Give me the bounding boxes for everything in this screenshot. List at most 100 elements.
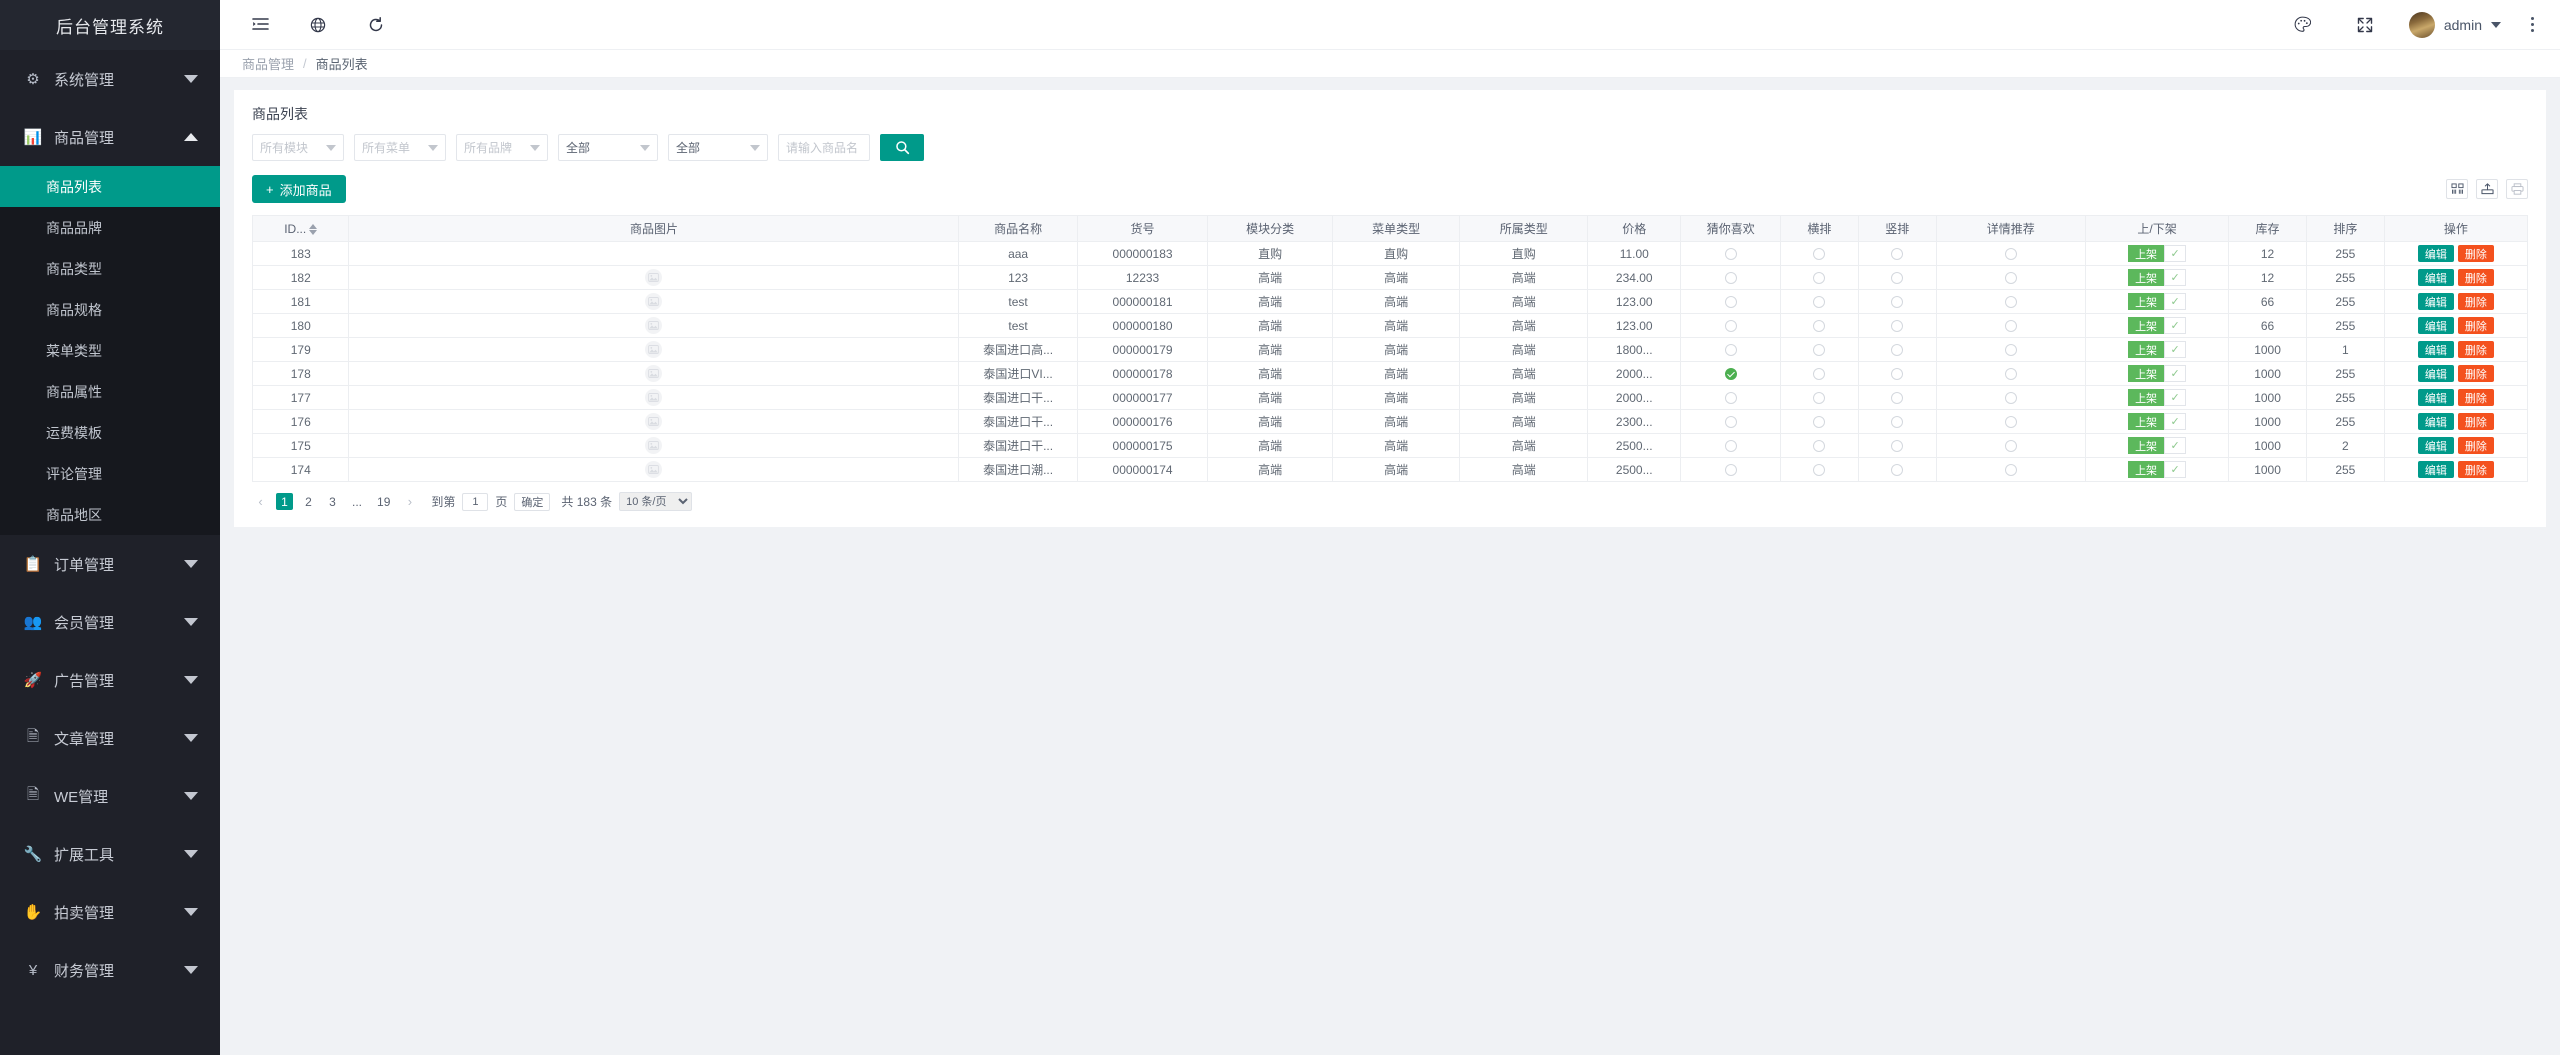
filter-option-b-select[interactable]: 全部 bbox=[668, 134, 768, 161]
cell-detail-recommend-radio[interactable] bbox=[1936, 386, 2085, 410]
sidebar-item-商品规格[interactable]: 商品规格 bbox=[0, 289, 220, 330]
cell-vertical-radio-control[interactable] bbox=[1891, 368, 1903, 380]
cell-shelf-switch[interactable]: 上架✓ bbox=[2085, 434, 2228, 458]
cell-detail-recommend-radio[interactable] bbox=[1936, 434, 2085, 458]
cell-guess-you-like-radio-control[interactable] bbox=[1725, 440, 1737, 452]
delete-button[interactable]: 删除 bbox=[2458, 389, 2494, 406]
jump-page-input[interactable] bbox=[462, 493, 488, 511]
columns-settings-icon[interactable] bbox=[2446, 179, 2468, 199]
page-number-1[interactable]: 1 bbox=[276, 493, 293, 510]
cell-vertical-radio-control[interactable] bbox=[1891, 248, 1903, 260]
cell-horizontal-radio[interactable] bbox=[1781, 386, 1859, 410]
delete-button[interactable]: 删除 bbox=[2458, 293, 2494, 310]
cell-detail-recommend-radio-control[interactable] bbox=[2005, 320, 2017, 332]
cell-guess-you-like-radio[interactable] bbox=[1681, 290, 1781, 314]
cell-horizontal-radio-control[interactable] bbox=[1813, 296, 1825, 308]
cell-detail-recommend-radio-control[interactable] bbox=[2005, 272, 2017, 284]
page-size-select[interactable]: 10 条/页20 条/页50 条/页100 条/页 bbox=[619, 492, 692, 511]
search-input[interactable] bbox=[778, 134, 870, 161]
cell-guess-you-like-radio[interactable] bbox=[1681, 314, 1781, 338]
cell-vertical-radio[interactable] bbox=[1858, 338, 1936, 362]
cell-vertical-radio[interactable] bbox=[1858, 386, 1936, 410]
cell-vertical-radio[interactable] bbox=[1858, 410, 1936, 434]
shelf-switch[interactable]: 上架✓ bbox=[2128, 461, 2186, 478]
cell-horizontal-radio-control[interactable] bbox=[1813, 416, 1825, 428]
edit-button[interactable]: 编辑 bbox=[2418, 341, 2454, 358]
cell-horizontal-radio-control[interactable] bbox=[1813, 464, 1825, 476]
cell-horizontal-radio[interactable] bbox=[1781, 266, 1859, 290]
page-number-3[interactable]: 3 bbox=[324, 493, 341, 510]
vertical-dots-icon[interactable] bbox=[2527, 13, 2538, 36]
cell-horizontal-radio-control[interactable] bbox=[1813, 248, 1825, 260]
sidebar-item-商品地区[interactable]: 商品地区 bbox=[0, 494, 220, 535]
cell-horizontal-radio[interactable] bbox=[1781, 338, 1859, 362]
refresh-icon[interactable] bbox=[358, 7, 394, 43]
cell-vertical-radio-control[interactable] bbox=[1891, 296, 1903, 308]
cell-guess-you-like-radio[interactable] bbox=[1681, 434, 1781, 458]
delete-button[interactable]: 删除 bbox=[2458, 341, 2494, 358]
cell-horizontal-radio[interactable] bbox=[1781, 410, 1859, 434]
cell-horizontal-radio-control[interactable] bbox=[1813, 272, 1825, 284]
cell-vertical-radio[interactable] bbox=[1858, 266, 1936, 290]
cell-guess-you-like-radio[interactable] bbox=[1681, 386, 1781, 410]
cell-horizontal-radio[interactable] bbox=[1781, 434, 1859, 458]
cell-horizontal-radio-control[interactable] bbox=[1813, 440, 1825, 452]
shelf-switch[interactable]: 上架✓ bbox=[2128, 269, 2186, 286]
cell-detail-recommend-radio-control[interactable] bbox=[2005, 344, 2017, 356]
cell-guess-you-like-radio[interactable] bbox=[1681, 362, 1781, 386]
cell-vertical-radio-control[interactable] bbox=[1891, 440, 1903, 452]
cell-shelf-switch[interactable]: 上架✓ bbox=[2085, 242, 2228, 266]
delete-button[interactable]: 删除 bbox=[2458, 437, 2494, 454]
sidebar-group-5[interactable]: 🗎文章管理 bbox=[0, 709, 220, 767]
edit-button[interactable]: 编辑 bbox=[2418, 461, 2454, 478]
cell-detail-recommend-radio[interactable] bbox=[1936, 242, 2085, 266]
cell-detail-recommend-radio-control[interactable] bbox=[2005, 296, 2017, 308]
cell-guess-you-like-radio[interactable] bbox=[1681, 242, 1781, 266]
sidebar-group-4[interactable]: 🚀广告管理 bbox=[0, 651, 220, 709]
cell-guess-you-like-radio-control[interactable] bbox=[1725, 392, 1737, 404]
cell-horizontal-radio-control[interactable] bbox=[1813, 368, 1825, 380]
cell-detail-recommend-radio[interactable] bbox=[1936, 266, 2085, 290]
cell-horizontal-radio-control[interactable] bbox=[1813, 320, 1825, 332]
cell-detail-recommend-radio-control[interactable] bbox=[2005, 416, 2017, 428]
edit-button[interactable]: 编辑 bbox=[2418, 317, 2454, 334]
sidebar-item-商品属性[interactable]: 商品属性 bbox=[0, 371, 220, 412]
cell-horizontal-radio[interactable] bbox=[1781, 362, 1859, 386]
cell-shelf-switch[interactable]: 上架✓ bbox=[2085, 338, 2228, 362]
fullscreen-icon[interactable] bbox=[2347, 7, 2383, 43]
page-number-19[interactable]: 19 bbox=[373, 493, 394, 510]
filter-menu-select[interactable]: 所有菜单 bbox=[354, 134, 446, 161]
print-icon[interactable] bbox=[2506, 179, 2528, 199]
export-icon[interactable] bbox=[2476, 179, 2498, 199]
cell-vertical-radio-control[interactable] bbox=[1891, 320, 1903, 332]
cell-detail-recommend-radio-control[interactable] bbox=[2005, 368, 2017, 380]
indent-menu-icon[interactable] bbox=[242, 7, 278, 43]
sidebar-item-运费模板[interactable]: 运费模板 bbox=[0, 412, 220, 453]
jump-confirm-button[interactable]: 确定 bbox=[514, 493, 550, 511]
cell-shelf-switch[interactable]: 上架✓ bbox=[2085, 386, 2228, 410]
cell-horizontal-radio-control[interactable] bbox=[1813, 344, 1825, 356]
cell-horizontal-radio[interactable] bbox=[1781, 242, 1859, 266]
cell-detail-recommend-radio[interactable] bbox=[1936, 458, 2085, 482]
cell-detail-recommend-radio-control[interactable] bbox=[2005, 392, 2017, 404]
cell-detail-recommend-radio-control[interactable] bbox=[2005, 464, 2017, 476]
cell-shelf-switch[interactable]: 上架✓ bbox=[2085, 458, 2228, 482]
sidebar-group-7[interactable]: 🔧扩展工具 bbox=[0, 825, 220, 883]
sidebar-item-评论管理[interactable]: 评论管理 bbox=[0, 453, 220, 494]
globe-icon[interactable] bbox=[300, 7, 336, 43]
cell-guess-you-like-radio[interactable] bbox=[1681, 410, 1781, 434]
shelf-switch[interactable]: 上架✓ bbox=[2128, 245, 2186, 262]
sidebar-item-商品列表[interactable]: 商品列表 bbox=[0, 166, 220, 207]
cell-vertical-radio-control[interactable] bbox=[1891, 392, 1903, 404]
cell-detail-recommend-radio[interactable] bbox=[1936, 410, 2085, 434]
delete-button[interactable]: 删除 bbox=[2458, 317, 2494, 334]
cell-horizontal-radio-control[interactable] bbox=[1813, 392, 1825, 404]
edit-button[interactable]: 编辑 bbox=[2418, 365, 2454, 382]
edit-button[interactable]: 编辑 bbox=[2418, 437, 2454, 454]
cell-detail-recommend-radio[interactable] bbox=[1936, 338, 2085, 362]
sidebar-item-菜单类型[interactable]: 菜单类型 bbox=[0, 330, 220, 371]
column-header-ID...[interactable]: ID... bbox=[253, 216, 349, 242]
cell-vertical-radio[interactable] bbox=[1858, 362, 1936, 386]
sidebar-item-商品类型[interactable]: 商品类型 bbox=[0, 248, 220, 289]
cell-vertical-radio[interactable] bbox=[1858, 290, 1936, 314]
